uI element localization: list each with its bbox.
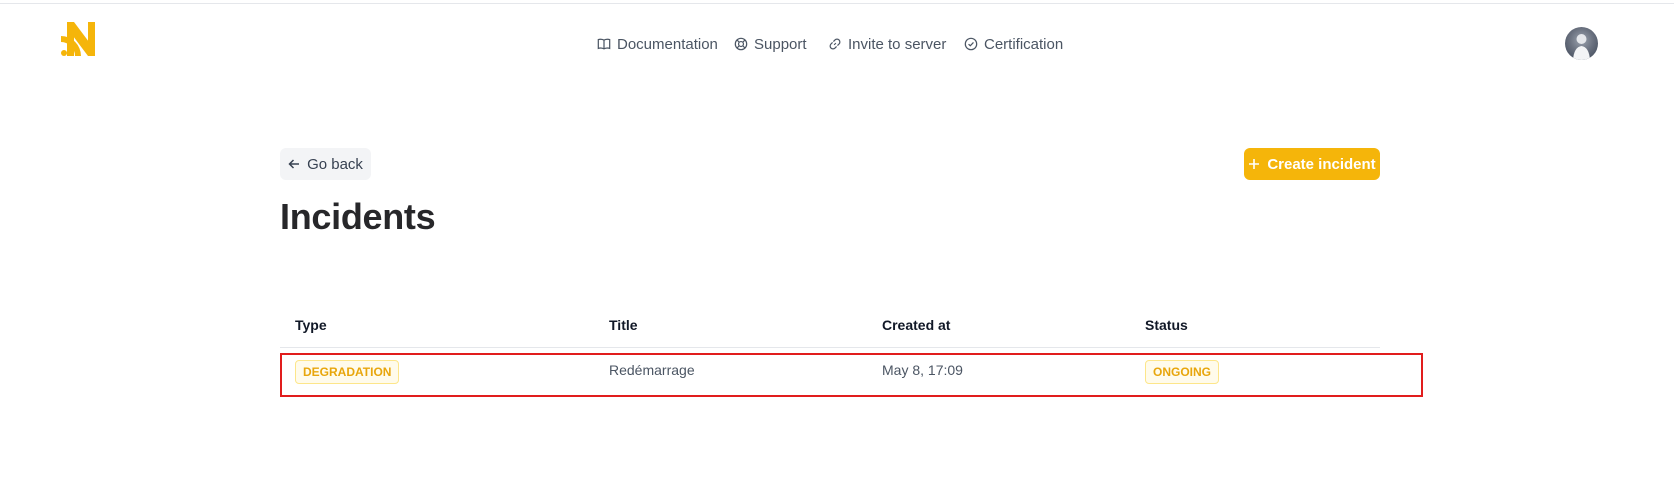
nav-certification-label: Certification bbox=[984, 35, 1064, 53]
nav-support[interactable]: Support bbox=[734, 33, 807, 55]
nav-documentation[interactable]: Documentation bbox=[597, 33, 718, 55]
nav-certification[interactable]: Certification bbox=[964, 33, 1063, 55]
avatar-person-icon bbox=[1573, 34, 1590, 60]
status-badge: ONGOING bbox=[1145, 360, 1220, 384]
table-row[interactable]: DEGRADATION Redémarrage May 8, 17:09 ONG… bbox=[280, 348, 1380, 400]
book-icon bbox=[597, 38, 611, 50]
arrow-left-icon bbox=[288, 159, 300, 169]
table-header: Type Title Created at Status bbox=[280, 310, 1380, 348]
type-badge: DEGRADATION bbox=[295, 360, 400, 384]
top-nav: Documentation Support Invite to server C… bbox=[0, 33, 1674, 55]
link-icon bbox=[829, 38, 841, 50]
check-circle-icon bbox=[964, 37, 978, 51]
create-incident-button[interactable]: Create incident bbox=[1244, 148, 1380, 180]
plus-icon bbox=[1249, 159, 1260, 169]
nav-invite-label: Invite to server bbox=[848, 35, 947, 53]
page-title: Incidents bbox=[280, 196, 436, 237]
column-header-status[interactable]: Status bbox=[1145, 317, 1188, 333]
nav-documentation-label: Documentation bbox=[617, 35, 718, 53]
create-incident-label: Create incident bbox=[1267, 155, 1376, 173]
column-header-type[interactable]: Type bbox=[295, 317, 327, 333]
incident-created-at: May 8, 17:09 bbox=[882, 362, 963, 378]
go-back-button[interactable]: Go back bbox=[280, 148, 371, 180]
user-avatar[interactable] bbox=[1565, 27, 1598, 60]
nav-invite[interactable]: Invite to server bbox=[828, 33, 946, 55]
column-header-created-at[interactable]: Created at bbox=[882, 317, 950, 333]
top-divider bbox=[0, 3, 1674, 4]
nav-support-label: Support bbox=[754, 35, 807, 53]
lifebuoy-icon bbox=[734, 37, 748, 51]
go-back-label: Go back bbox=[307, 155, 363, 173]
incidents-table: Type Title Created at Status DEGRADATION… bbox=[280, 310, 1423, 400]
column-header-title[interactable]: Title bbox=[609, 317, 638, 333]
incident-title: Redémarrage bbox=[609, 362, 695, 378]
